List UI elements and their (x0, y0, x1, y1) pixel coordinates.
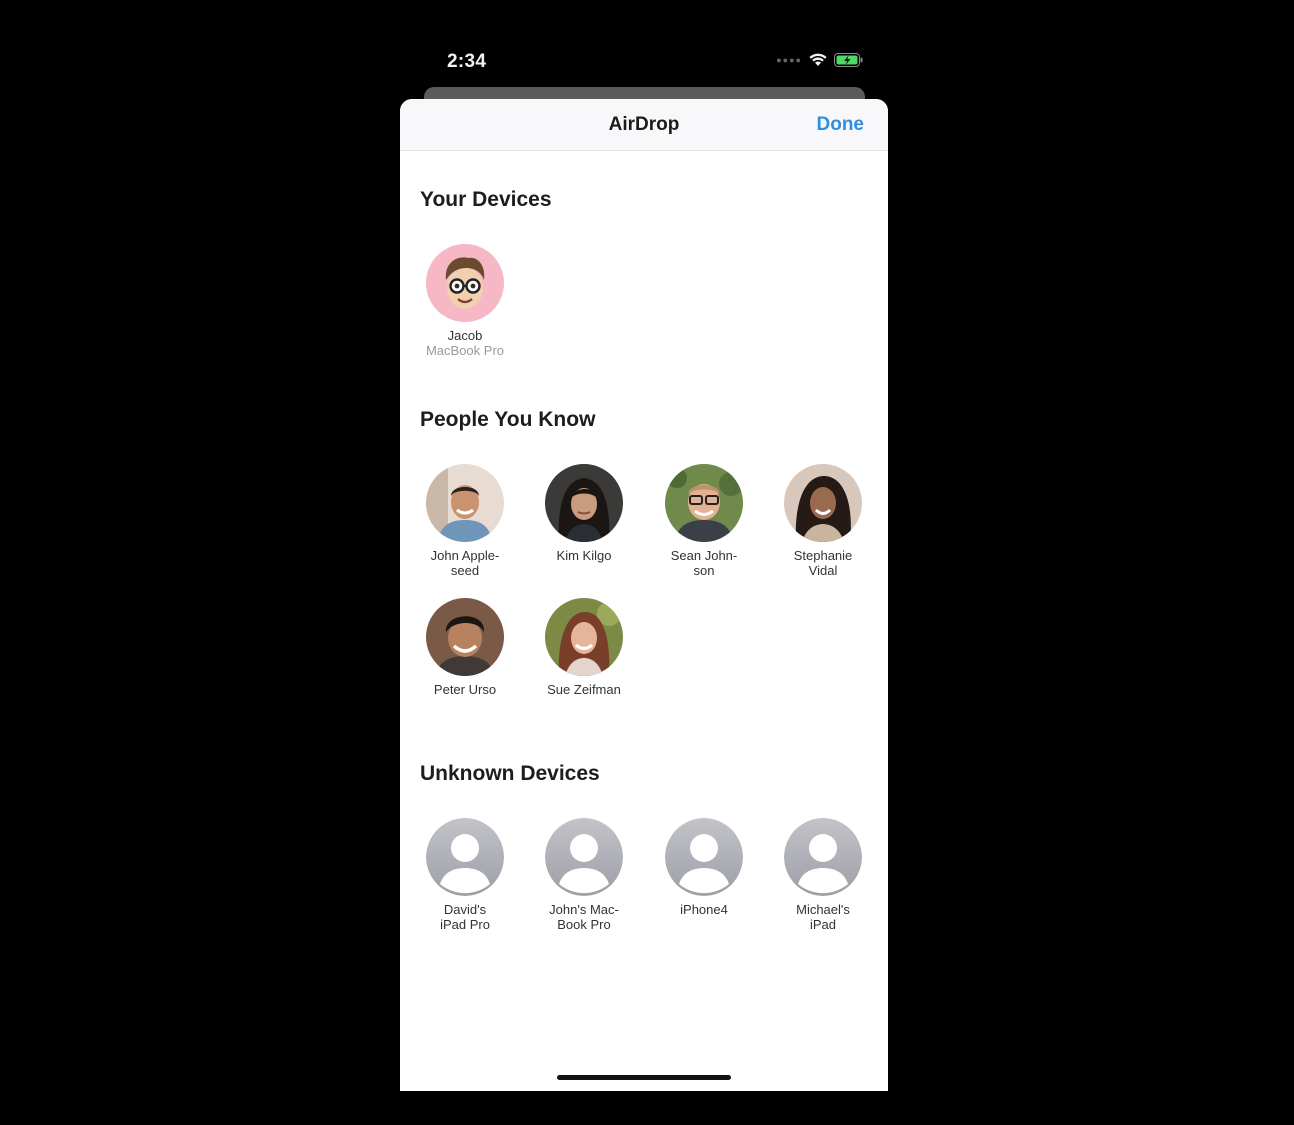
photo-avatar (784, 464, 862, 542)
device-name: iPhone4 (680, 902, 728, 917)
unknown-device-tile-johns-macbook-pro[interactable]: John's Mac- Book Pro (524, 818, 644, 932)
contact-name: Sue Zeifman (547, 682, 621, 697)
generic-person-icon (665, 818, 743, 896)
contact-tile-sean-johnson[interactable]: Sean John- son (644, 464, 764, 578)
page-title: AirDrop (608, 114, 680, 135)
device-name: John's Mac- Book Pro (549, 902, 619, 932)
unknown-device-tile-iphone4[interactable]: iPhone4 (644, 818, 764, 917)
navigation-bar: AirDrop Done (400, 99, 888, 151)
generic-person-icon (545, 818, 623, 896)
device-model: MacBook Pro (425, 343, 505, 358)
signal-dots-icon: ●●●● (776, 54, 802, 65)
status-time: 2:34 (447, 51, 487, 72)
photo-avatar (665, 464, 743, 542)
contact-tile-stephanie-vidal[interactable]: Stephanie Vidal (763, 464, 883, 578)
wifi-icon (809, 53, 827, 66)
your-devices-heading: Your Devices (420, 188, 552, 211)
contact-tile-kim-kilgo[interactable]: Kim Kilgo (524, 464, 644, 563)
people-you-know-heading: People You Know (420, 408, 596, 431)
contact-tile-sue-zeifman[interactable]: Sue Zeifman (524, 598, 644, 697)
unknown-devices-heading: Unknown Devices (420, 762, 600, 785)
memoji-avatar (426, 244, 504, 322)
status-icons: ●●●● (776, 52, 864, 67)
device-owner-name: Jacob (447, 328, 483, 343)
unknown-device-tile-michaels-ipad[interactable]: Michael's iPad (763, 818, 883, 932)
contact-tile-peter-urso[interactable]: Peter Urso (405, 598, 525, 697)
done-button[interactable]: Done (817, 114, 865, 136)
contact-name: Sean John- son (670, 548, 738, 578)
contact-name: Stephanie Vidal (793, 548, 853, 578)
battery-charging-icon (834, 52, 863, 67)
device-tile-jacob[interactable]: Jacob MacBook Pro (405, 244, 525, 359)
contact-name: Kim Kilgo (556, 548, 612, 563)
unknown-device-tile-davids-ipad-pro[interactable]: David's iPad Pro (405, 818, 525, 932)
contact-name: Peter Urso (433, 682, 497, 697)
home-indicator[interactable] (557, 1075, 731, 1080)
device-name: Michael's iPad (796, 902, 850, 932)
photo-avatar (426, 598, 504, 676)
status-bar: 2:34 ●●●● (400, 40, 888, 84)
photo-avatar (545, 598, 623, 676)
device-name: David's iPad Pro (440, 902, 490, 932)
airdrop-sheet: AirDrop Done Your Devices Jacob MacBook … (400, 99, 888, 1091)
generic-person-icon (426, 818, 504, 896)
contact-name: John Apple- seed (430, 548, 500, 578)
generic-person-icon (784, 818, 862, 896)
photo-avatar (426, 464, 504, 542)
contact-tile-john-appleseed[interactable]: John Apple- seed (405, 464, 525, 578)
photo-avatar (545, 464, 623, 542)
